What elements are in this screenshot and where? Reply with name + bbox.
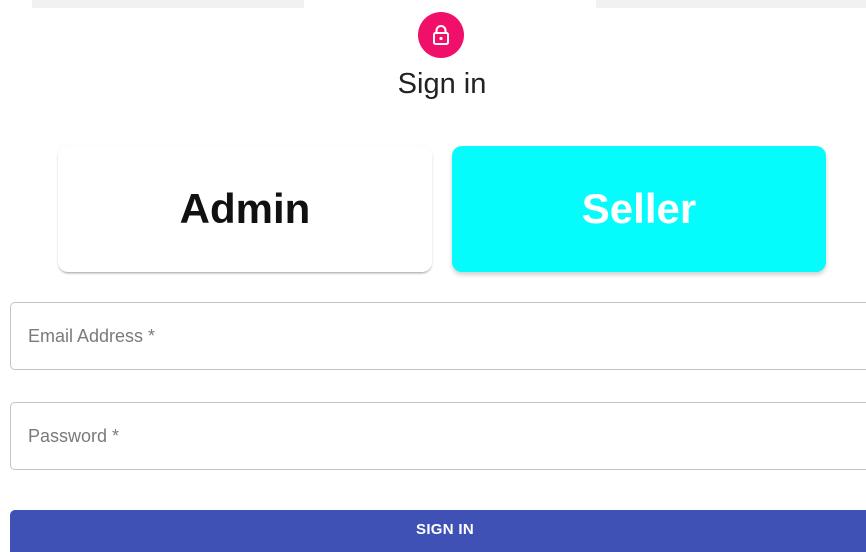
top-divider-right bbox=[596, 0, 866, 8]
email-input[interactable] bbox=[11, 303, 866, 369]
password-input[interactable] bbox=[11, 403, 866, 469]
top-divider-left bbox=[32, 0, 304, 8]
role-admin-label: Admin bbox=[179, 185, 311, 232]
role-admin-button[interactable]: Admin bbox=[58, 146, 432, 272]
role-seller-label: Seller bbox=[581, 185, 697, 232]
sign-in-button[interactable]: SIGN IN bbox=[10, 510, 866, 552]
avatar bbox=[418, 12, 464, 58]
lock-icon bbox=[431, 24, 451, 46]
page-title: Sign in bbox=[397, 68, 487, 100]
password-field bbox=[10, 402, 866, 470]
sign-in-page: Sign in Admin Seller SIGN IN bbox=[0, 0, 866, 552]
role-seller-button[interactable]: Seller bbox=[452, 146, 826, 272]
email-field bbox=[10, 302, 866, 370]
